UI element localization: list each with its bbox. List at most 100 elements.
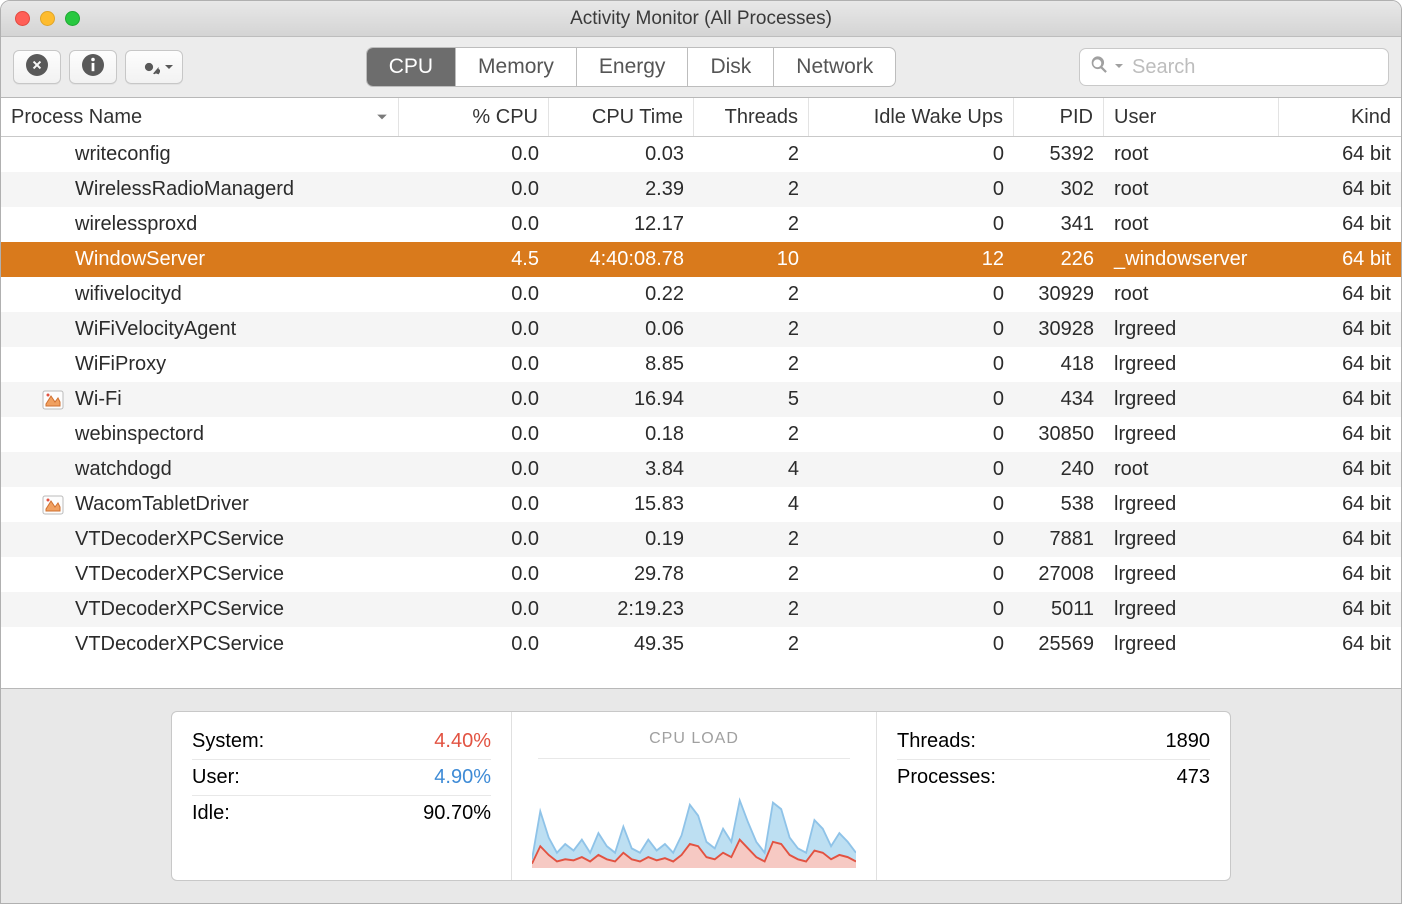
minimize-window-button[interactable]: [40, 11, 55, 26]
col-cpu[interactable]: % CPU: [399, 98, 549, 136]
process-icon: [41, 143, 65, 167]
cell-user: lrgreed: [1104, 423, 1279, 446]
cell-cpu: 0.0: [399, 633, 549, 656]
table-row[interactable]: wirelessproxd0.012.1720341root64 bit: [1, 207, 1401, 242]
cell-wake: 0: [809, 493, 1014, 516]
table-row[interactable]: Wi-Fi0.016.9450434lrgreed64 bit: [1, 382, 1401, 417]
table-row[interactable]: VTDecoderXPCService0.00.19207881lrgreed6…: [1, 522, 1401, 557]
cell-user: lrgreed: [1104, 318, 1279, 341]
tab-energy[interactable]: Energy: [577, 48, 689, 86]
stat-value: 4.90%: [434, 766, 491, 789]
search-input[interactable]: [1130, 55, 1399, 80]
close-window-button[interactable]: [15, 11, 30, 26]
cell-threads: 2: [694, 633, 809, 656]
process-name-label: wifivelocityd: [75, 283, 182, 306]
toolbar: CPU Memory Energy Disk Network: [1, 37, 1401, 98]
cell-cpu: 0.0: [399, 353, 549, 376]
gear-icon: [138, 56, 174, 78]
tab-cpu[interactable]: CPU: [367, 48, 456, 86]
totals-panel: Threads: 1890 Processes: 473: [877, 712, 1230, 880]
cell-cpu: 0.0: [399, 458, 549, 481]
col-pid[interactable]: PID: [1014, 98, 1104, 136]
cell-threads: 2: [694, 598, 809, 621]
zoom-window-button[interactable]: [65, 11, 80, 26]
window-title: Activity Monitor (All Processes): [570, 8, 832, 30]
tab-memory[interactable]: Memory: [456, 48, 577, 86]
process-name-label: webinspectord: [75, 423, 204, 446]
stat-value: 4.40%: [434, 730, 491, 753]
col-label: % CPU: [472, 106, 538, 129]
inspect-process-button[interactable]: [69, 50, 117, 84]
process-name-label: Wi-Fi: [75, 388, 122, 411]
cell-threads: 4: [694, 493, 809, 516]
col-process-name[interactable]: Process Name: [1, 98, 399, 136]
cell-wake: 0: [809, 283, 1014, 306]
process-name-label: WiFiProxy: [75, 353, 166, 376]
cell-cpu: 0.0: [399, 528, 549, 551]
stat-user: User: 4.90%: [192, 760, 491, 796]
cell-wake: 0: [809, 143, 1014, 166]
col-threads[interactable]: Threads: [694, 98, 809, 136]
cell-user: lrgreed: [1104, 493, 1279, 516]
cell-cpu: 4.5: [399, 248, 549, 271]
table-row[interactable]: watchdogd0.03.8440240root64 bit: [1, 452, 1401, 487]
col-kind[interactable]: Kind: [1279, 98, 1401, 136]
col-cpu-time[interactable]: CPU Time: [549, 98, 694, 136]
tab-network[interactable]: Network: [774, 48, 895, 86]
col-idle-wake-ups[interactable]: Idle Wake Ups: [809, 98, 1014, 136]
col-user[interactable]: User: [1104, 98, 1279, 136]
cell-threads: 2: [694, 178, 809, 201]
cell-wake: 0: [809, 633, 1014, 656]
process-icon: [41, 388, 65, 412]
table-row[interactable]: WirelessRadioManagerd0.02.3920302root64 …: [1, 172, 1401, 207]
cell-kind: 64 bit: [1279, 178, 1401, 201]
cell-threads: 2: [694, 353, 809, 376]
cell-threads: 2: [694, 528, 809, 551]
cell-kind: 64 bit: [1279, 598, 1401, 621]
search-field[interactable]: [1079, 48, 1389, 86]
table-row[interactable]: webinspectord0.00.182030850lrgreed64 bit: [1, 417, 1401, 452]
table-row[interactable]: wifivelocityd0.00.222030929root64 bit: [1, 277, 1401, 312]
cell-wake: 0: [809, 598, 1014, 621]
table-row[interactable]: WiFiVelocityAgent0.00.062030928lrgreed64…: [1, 312, 1401, 347]
table-row[interactable]: VTDecoderXPCService0.049.352025569lrgree…: [1, 627, 1401, 662]
cell-cpu-time: 8.85: [549, 353, 694, 376]
stat-value: 473: [1177, 766, 1210, 789]
summary-footer: System: 4.40% User: 4.90% Idle: 90.70% C…: [1, 688, 1401, 903]
title-bar[interactable]: Activity Monitor (All Processes): [1, 1, 1401, 37]
cell-kind: 64 bit: [1279, 318, 1401, 341]
process-icon: [41, 598, 65, 622]
sort-descending-icon: [376, 106, 388, 129]
cell-pid: 341: [1014, 213, 1104, 236]
quit-process-button[interactable]: [13, 50, 61, 84]
cell-kind: 64 bit: [1279, 143, 1401, 166]
cell-cpu-time: 3.84: [549, 458, 694, 481]
stat-system: System: 4.40%: [192, 724, 491, 760]
cell-pid: 7881: [1014, 528, 1104, 551]
process-name-label: VTDecoderXPCService: [75, 528, 284, 551]
process-icon: [41, 283, 65, 307]
cell-threads: 2: [694, 423, 809, 446]
table-row[interactable]: WiFiProxy0.08.8520418lrgreed64 bit: [1, 347, 1401, 382]
table-row[interactable]: VTDecoderXPCService0.02:19.23205011lrgre…: [1, 592, 1401, 627]
stat-label: User:: [192, 766, 240, 789]
cell-pid: 418: [1014, 353, 1104, 376]
table-row[interactable]: WindowServer4.54:40:08.781012226_windows…: [1, 242, 1401, 277]
cell-wake: 0: [809, 458, 1014, 481]
process-icon: [41, 318, 65, 342]
table-row[interactable]: WacomTabletDriver0.015.8340538lrgreed64 …: [1, 487, 1401, 522]
options-menu-button[interactable]: [125, 50, 183, 84]
cell-wake: 0: [809, 563, 1014, 586]
table-row[interactable]: writeconfig0.00.03205392root64 bit: [1, 137, 1401, 172]
table-row[interactable]: VTDecoderXPCService0.029.782027008lrgree…: [1, 557, 1401, 592]
cell-cpu: 0.0: [399, 213, 549, 236]
cell-pid: 538: [1014, 493, 1104, 516]
tab-disk[interactable]: Disk: [688, 48, 774, 86]
process-name-label: watchdogd: [75, 458, 172, 481]
cell-user: lrgreed: [1104, 633, 1279, 656]
process-name-label: VTDecoderXPCService: [75, 563, 284, 586]
process-table[interactable]: writeconfig0.00.03205392root64 bitWirele…: [1, 137, 1401, 688]
cell-kind: 64 bit: [1279, 458, 1401, 481]
table-header: Process Name % CPU CPU Time Threads Idle…: [1, 98, 1401, 137]
cell-cpu-time: 15.83: [549, 493, 694, 516]
